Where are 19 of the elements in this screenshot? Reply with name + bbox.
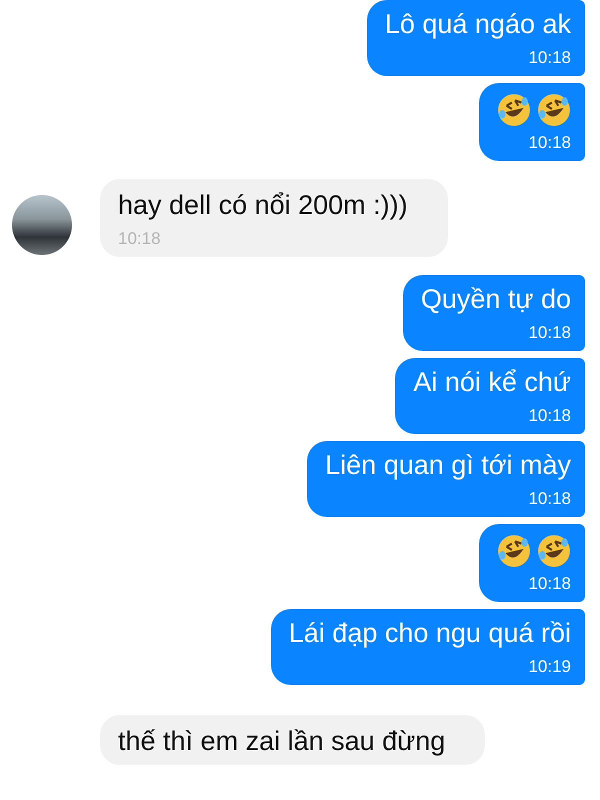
laughing-emoji-icon <box>497 93 531 127</box>
message-time: 10:18 <box>528 573 571 595</box>
message-time: 10:18 <box>528 488 571 510</box>
message-text: Lái đạp cho ngu quá rồi <box>288 617 571 650</box>
message-time: 10:18 <box>528 322 571 344</box>
laughing-emoji-icon <box>537 534 571 568</box>
message-time: 10:18 <box>528 47 571 69</box>
message-text: hay dell có nổi 200m :))) <box>118 189 408 222</box>
message-text: Quyền tự do <box>420 283 571 316</box>
message-text: Ai nói kể chứ <box>413 366 571 399</box>
message-time: 10:18 <box>528 132 571 154</box>
message-text: Lô quá ngáo ak <box>384 8 571 41</box>
message-time: 10:18 <box>528 405 571 427</box>
message-time: 10:19 <box>528 656 571 678</box>
laughing-emoji-icon <box>537 93 571 127</box>
laughing-emoji-icon <box>497 534 531 568</box>
message-text: thế thì em zai lần sau đừng <box>118 725 446 758</box>
message-time: 10:18 <box>118 228 161 250</box>
message-text: Liên quan gì tới mày <box>325 449 571 482</box>
